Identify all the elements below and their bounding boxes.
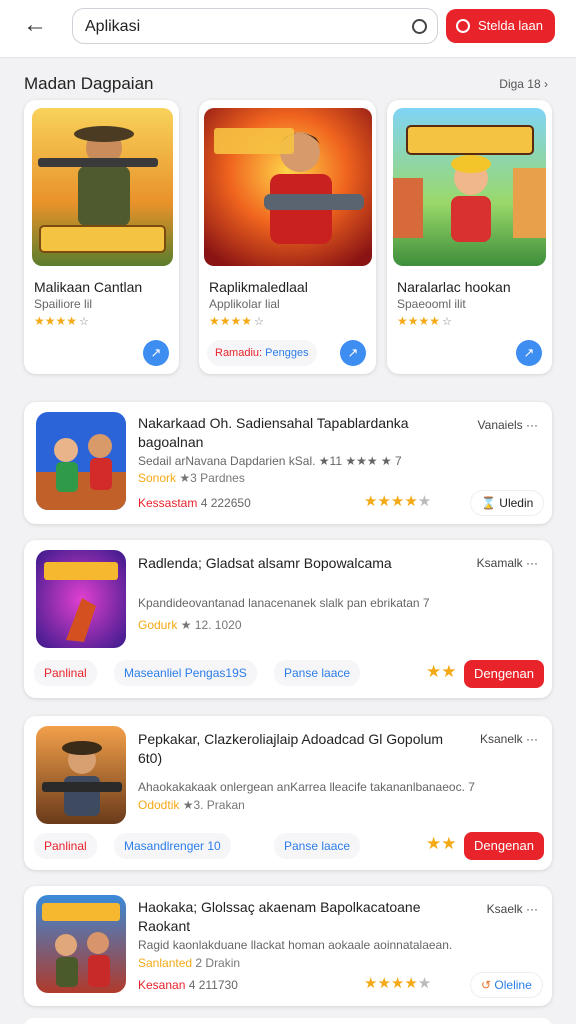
featured-title: Naralarlac hookan bbox=[397, 279, 511, 295]
app-rating: ★★ bbox=[426, 662, 457, 681]
app-price-label: Kessastam bbox=[138, 496, 198, 510]
app-meta-tag: Sanlanted bbox=[138, 956, 193, 970]
featured-card[interactable]: Raplikmaledlaal Applikolar lial ★★★★ ☆ Ra… bbox=[199, 100, 376, 374]
app-action-chip[interactable]: ⌛ Uledin bbox=[470, 490, 545, 516]
app-preview-button[interactable]: Panse laace bbox=[274, 833, 361, 859]
app-rating: ★★★★★ bbox=[364, 975, 432, 992]
app-list-item[interactable]: Nakarkaad Oh. Sadiensahal Tapablardanka … bbox=[24, 402, 552, 524]
app-price-value: 4 211730 bbox=[188, 978, 238, 992]
featured-pill-label: Ramadiu: bbox=[215, 347, 263, 359]
chip-icon: ↺ bbox=[481, 978, 492, 992]
featured-card[interactable]: Malikaan Cantlan Spailiore lil ★★★★ ☆ ↗ bbox=[24, 100, 179, 374]
top-bar: ← Aplikasi Stelda laan bbox=[0, 0, 576, 58]
app-thumbnail bbox=[36, 412, 126, 510]
app-more-menu[interactable]: Ksamalk ··· bbox=[477, 556, 538, 570]
app-description: Ragid kaonlakduane llackat homan aokaale… bbox=[138, 938, 453, 952]
app-price-value: 4 222650 bbox=[200, 496, 251, 510]
app-rating: ★★★★★ bbox=[364, 493, 432, 510]
app-list-item[interactable]: Radlenda; Gladsat alsamr Bopowalcama Kpa… bbox=[24, 540, 552, 698]
app-title: Pepkakar, Clazkeroliajlaip Adoadcad Gl G… bbox=[138, 731, 444, 766]
app-rating: ★★ bbox=[426, 834, 457, 853]
featured-subtitle: Applikolar lial bbox=[209, 297, 280, 311]
app-meta: Godurk ★ 12. 1020 bbox=[138, 618, 242, 632]
app-thumbnail bbox=[36, 726, 126, 824]
featured-thumbnail bbox=[204, 108, 372, 266]
search-input-value[interactable]: Aplikasi bbox=[85, 18, 140, 36]
app-more-menu[interactable]: Ksanelk ··· bbox=[480, 732, 538, 746]
app-info-button[interactable]: Maseanliel Pengas19S bbox=[114, 660, 257, 686]
app-meta-tag: Sonork bbox=[138, 471, 177, 485]
featured-subtitle: Spailiore lil bbox=[34, 297, 93, 311]
app-meta: Sanlanted 2 Drakin bbox=[138, 956, 240, 970]
app-meta: Ododtik ★3. Prakan bbox=[138, 798, 245, 812]
app-secondary-button[interactable]: Panlinal bbox=[34, 833, 97, 859]
app-info-button[interactable]: Masandlrenger 10 bbox=[114, 833, 231, 859]
featured-rating: ★★★★ ☆ bbox=[34, 314, 89, 328]
featured-thumbnail bbox=[393, 108, 546, 266]
section-title: Madan Dagpaian bbox=[24, 74, 154, 93]
app-install-button[interactable]: Dengenan bbox=[464, 660, 544, 688]
app-install-button[interactable]: Dengenan bbox=[464, 832, 544, 860]
search-field[interactable]: Aplikasi bbox=[72, 8, 438, 44]
featured-share-icon[interactable]: ↗ bbox=[143, 340, 169, 366]
app-list-item[interactable]: Haokaka; Glolssaç akaenam Bapolkacatoane… bbox=[24, 886, 552, 1006]
featured-title: Malikaan Cantlan bbox=[34, 279, 143, 295]
featured-share-icon[interactable]: ↗ bbox=[340, 340, 366, 366]
app-secondary-button[interactable]: Panlinal bbox=[34, 660, 97, 686]
app-thumbnail bbox=[36, 550, 126, 648]
back-arrow-icon[interactable]: ← bbox=[22, 12, 48, 38]
app-price-label: Kesanan bbox=[138, 978, 186, 992]
app-thumbnail bbox=[36, 895, 126, 993]
app-title: Radlenda; Gladsat alsamr Bopowalcama bbox=[138, 555, 392, 571]
app-description: Sedail arNavana Dapdarien kSal. ★11 ★★★ … bbox=[138, 454, 402, 468]
app-title: Haokaka; Glolssaç akaenam Bapolkacatoane… bbox=[138, 899, 421, 934]
chip-icon: ⌛ bbox=[481, 496, 496, 510]
featured-card[interactable]: Naralarlac hookan Spaeooml ilit ★★★★ ☆ ↗ bbox=[387, 100, 552, 374]
featured-rating: ★★★★ ☆ bbox=[397, 314, 452, 328]
app-meta-info: ★ 12. 1020 bbox=[180, 618, 242, 632]
section-see-all-link[interactable]: Diga 18 › bbox=[499, 77, 548, 91]
featured-title: Raplikmaledlaal bbox=[209, 279, 308, 295]
app-description: Kpandideovantanad lanacenanek slalk pan … bbox=[138, 596, 430, 610]
app-meta-info: 2 Drakin bbox=[195, 956, 241, 970]
featured-subtitle: Spaeooml ilit bbox=[397, 297, 466, 311]
top-button-icon bbox=[456, 19, 470, 33]
app-action-chip[interactable]: ↺ Oleline bbox=[470, 972, 543, 998]
app-more-menu[interactable]: Ksaelk ··· bbox=[487, 902, 538, 916]
featured-pill-value: Pengges bbox=[265, 347, 309, 359]
top-button-label: Stelda laan bbox=[477, 18, 543, 33]
featured-share-icon[interactable]: ↗ bbox=[516, 340, 542, 366]
app-title: Nakarkaad Oh. Sadiensahal Tapablardanka … bbox=[138, 415, 409, 450]
featured-pill[interactable]: Ramadiu: Pengges bbox=[207, 340, 317, 366]
app-action-label: Uledin bbox=[499, 496, 534, 510]
app-preview-button[interactable]: Panse laace bbox=[274, 660, 361, 686]
featured-rating: ★★★★ ☆ bbox=[209, 314, 264, 328]
app-action-label: Oleline bbox=[494, 978, 532, 992]
app-price: Kessastam 4 222650 bbox=[138, 496, 251, 510]
app-price: Kesanan 4 211730 bbox=[138, 978, 238, 992]
app-meta-tag: Ododtik bbox=[138, 798, 180, 812]
featured-thumbnail bbox=[32, 108, 173, 266]
top-action-button[interactable]: Stelda laan bbox=[446, 9, 555, 43]
app-description: Ahaokakakaak onlergean anKarrea lleacife… bbox=[138, 780, 475, 794]
app-meta-tag: Godurk bbox=[138, 618, 178, 632]
next-list-item-edge bbox=[24, 1018, 552, 1024]
app-meta-info: ★3 Pardnes bbox=[179, 471, 245, 485]
app-meta: Sonork ★3 Pardnes bbox=[138, 471, 245, 485]
app-meta-info: ★3. Prakan bbox=[182, 798, 245, 812]
app-list-item[interactable]: Pepkakar, Clazkeroliajlaip Adoadcad Gl G… bbox=[24, 716, 552, 870]
search-clear-icon[interactable] bbox=[412, 19, 427, 34]
app-more-menu[interactable]: Vanaiels ··· bbox=[478, 418, 538, 432]
